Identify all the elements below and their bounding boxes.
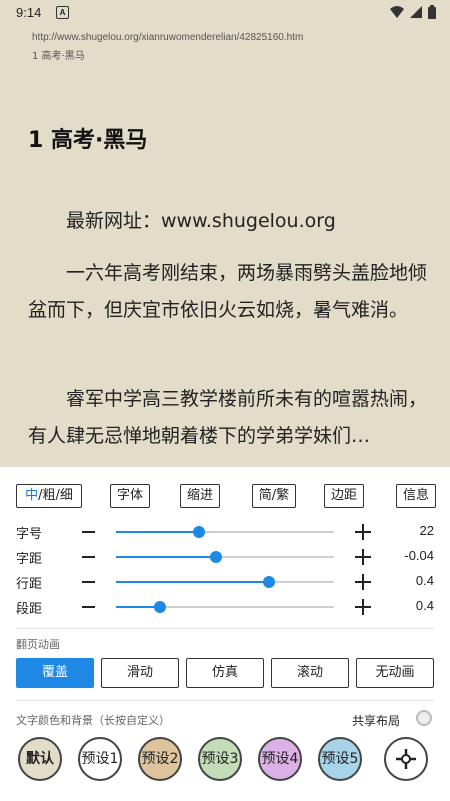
info-button[interactable]: 信息	[396, 484, 436, 508]
minus-icon[interactable]	[82, 606, 95, 608]
preset-4[interactable]: 预设4	[258, 737, 302, 781]
preset-2[interactable]: 预设2	[138, 737, 182, 781]
add-custom-icon	[396, 749, 416, 769]
chapter-title: 1 高考·黑马	[28, 128, 148, 153]
preset-default[interactable]: 默认	[18, 737, 62, 781]
signal-icon	[410, 6, 422, 18]
slider-fill	[116, 556, 217, 558]
slider-thumb[interactable]	[262, 576, 275, 588]
battery-icon	[428, 5, 436, 19]
font-button[interactable]: 字体	[110, 484, 150, 508]
reader-page[interactable]: http://www.shugelou.org/xianruwomenderel…	[0, 26, 450, 466]
wifi-icon	[390, 6, 404, 18]
letter-spacing-label: 字距	[16, 552, 43, 567]
add-preset-button[interactable]	[384, 737, 428, 781]
slider-fill	[116, 531, 199, 533]
paragraph-spacing-slider[interactable]	[116, 601, 334, 613]
minus-icon[interactable]	[82, 531, 95, 533]
paragraph-3: 睿军中学高三教学楼前所未有的喧嚣热闹，有人肆无忌惮地朝着楼下的学弟学妹们…	[28, 388, 428, 447]
slider-thumb[interactable]	[192, 526, 205, 538]
anim-option-simulation[interactable]: 仿真	[186, 658, 264, 688]
anim-option-scroll[interactable]: 滚动	[271, 658, 349, 688]
status-time: 9:14	[16, 5, 42, 20]
slider-row-letter-spacing: 字距 -0.04	[0, 545, 450, 569]
color-background-title: 文字颜色和背景（长按自定义）	[16, 714, 170, 727]
plus-icon[interactable]	[355, 549, 371, 565]
preset-1[interactable]: 预设1	[78, 737, 122, 781]
slider-fill	[116, 581, 269, 583]
slider-row-paragraph-spacing: 段距 0.4	[0, 595, 450, 619]
anim-option-none[interactable]: 无动画	[356, 658, 434, 688]
slider-row-line-spacing: 行距 0.4	[0, 570, 450, 594]
slider-thumb[interactable]	[210, 551, 223, 563]
shared-layout-toggle[interactable]	[416, 710, 432, 726]
chapter-url: http://www.shugelou.org/xianruwomenderel…	[32, 32, 304, 43]
font-weight-others: /粗/细	[38, 488, 73, 503]
indent-button[interactable]: 缩进	[180, 484, 220, 508]
margin-button[interactable]: 边距	[324, 484, 364, 508]
letter-spacing-value: -0.04	[404, 548, 434, 563]
divider	[16, 628, 434, 629]
slider-row-font-size: 字号 22	[0, 520, 450, 544]
font-weight-medium: 中	[25, 488, 39, 503]
notification-icon: A	[56, 6, 69, 19]
paragraph-spacing-label: 段距	[16, 602, 43, 617]
simplified-traditional-button[interactable]: 简/繁	[252, 484, 296, 508]
anim-option-slide[interactable]: 滑动	[101, 658, 179, 688]
font-size-slider[interactable]	[116, 526, 334, 538]
plus-icon[interactable]	[355, 574, 371, 590]
chapter-header-small: 1 高考·黑马	[32, 51, 85, 62]
line-spacing-label: 行距	[16, 577, 43, 592]
minus-icon[interactable]	[82, 581, 95, 583]
font-size-label: 字号	[16, 527, 43, 542]
plus-icon[interactable]	[355, 599, 371, 615]
divider	[16, 700, 434, 701]
line-spacing-slider[interactable]	[116, 576, 334, 588]
reading-settings-panel: 中/粗/细 字体 缩进 简/繁 边距 信息 字号 22 字距 -0.04 行距 …	[0, 466, 450, 801]
preset-3[interactable]: 预设3	[198, 737, 242, 781]
plus-icon[interactable]	[355, 524, 371, 540]
minus-icon[interactable]	[82, 556, 95, 558]
font-weight-button[interactable]: 中/粗/细	[16, 484, 82, 508]
line-spacing-value: 0.4	[415, 573, 434, 588]
status-icons	[390, 5, 436, 19]
shared-layout-label: 共享布局	[352, 714, 401, 728]
slider-thumb[interactable]	[153, 601, 166, 613]
paragraph-2: 一六年高考刚结束，两场暴雨劈头盖脸地倾盆而下，但庆宜市依旧火云如烧，暑气难消。	[28, 262, 428, 321]
preset-5[interactable]: 预设5	[318, 737, 362, 781]
anim-option-cover[interactable]: 覆盖	[16, 658, 94, 688]
font-size-value: 22	[419, 523, 434, 538]
paragraph-1: 最新网址：www.shugelou.org	[66, 210, 336, 232]
status-bar: 9:14 A	[0, 0, 450, 26]
paragraph-spacing-value: 0.4	[415, 598, 434, 613]
page-animation-title: 翻页动画	[16, 638, 60, 651]
letter-spacing-slider[interactable]	[116, 551, 334, 563]
